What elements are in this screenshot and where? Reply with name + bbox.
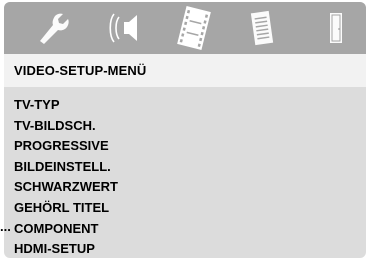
menu-item-component[interactable]: COMPONENT <box>14 219 118 240</box>
menu-item-closed-caption[interactable]: GEHÖRL TITEL <box>14 198 118 219</box>
door-exit-icon <box>330 13 342 43</box>
tab-preference-setup[interactable] <box>232 2 292 54</box>
tab-video-setup[interactable] <box>164 2 224 54</box>
menu-item-progressive[interactable]: PROGRESSIVE <box>14 136 118 157</box>
menu-title-band: VIDEO-SETUP-MENÜ <box>4 54 366 87</box>
wrench-icon <box>40 13 69 44</box>
video-setup-menu-list: TV-TYP TV-BILDSCH. PROGRESSIVE BILDEINST… <box>14 95 118 260</box>
menu-item-tv-display[interactable]: TV-BILDSCH. <box>14 116 118 137</box>
menu-title: VIDEO-SETUP-MENÜ <box>14 63 147 78</box>
tab-general-setup[interactable] <box>26 2 86 54</box>
speaker-sound-icon <box>109 13 137 43</box>
menu-item-hdmi-setup[interactable]: HDMI-SETUP <box>14 239 118 260</box>
menu-item-picture-setting[interactable]: BILDEINSTELL. <box>14 157 118 178</box>
video-setup-panel: VIDEO-SETUP-MENÜ TV-TYP TV-BILDSCH. PROG… <box>4 2 366 258</box>
setup-tab-bar <box>4 2 366 54</box>
selection-pointer: ... <box>0 219 11 234</box>
menu-item-tv-type[interactable]: TV-TYP <box>14 95 118 116</box>
tab-audio-setup[interactable] <box>96 2 156 54</box>
document-list-icon <box>250 10 274 46</box>
menu-item-black-level[interactable]: SCHWARZWERT <box>14 177 118 198</box>
film-strip-icon <box>177 6 211 50</box>
tab-exit-setup[interactable] <box>306 2 366 54</box>
